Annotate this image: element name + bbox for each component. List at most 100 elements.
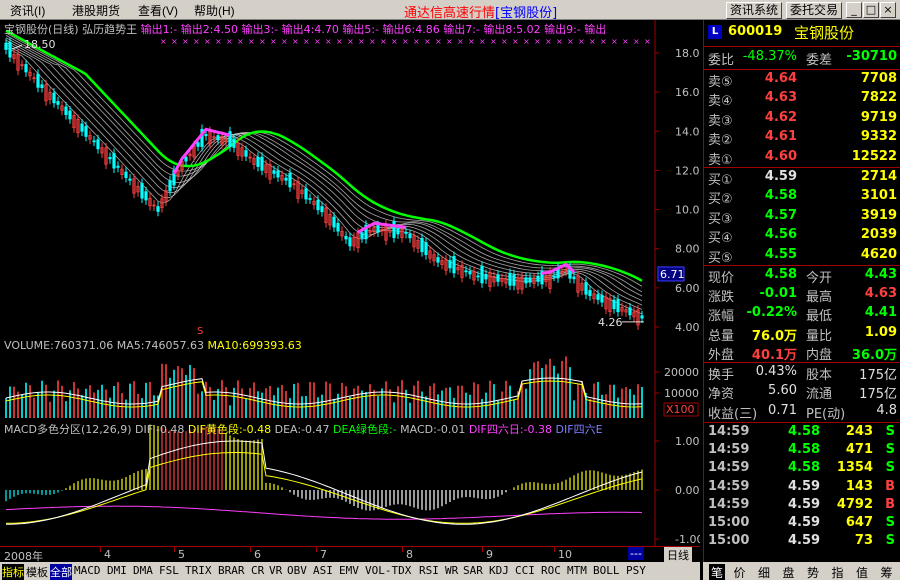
indicator-tab-wr[interactable]: WR [445,564,458,577]
candle-body [376,225,380,233]
quote-tab-4[interactable]: 势 [807,564,819,580]
indicator-mark: × [281,37,288,46]
order-trade-button[interactable]: 委托交易 [786,2,843,19]
quote-tab-7[interactable]: 筹 [881,564,893,580]
quote-tab-0[interactable]: 笔 [709,564,726,580]
quote-tab-1[interactable]: 价 [734,564,746,580]
period-button[interactable]: 日线 [664,547,692,562]
candle-body [260,156,264,171]
indicator-tab-kdj[interactable]: KDJ [489,564,509,577]
indicator-mark: × [556,37,563,46]
y-tick-label: 8.00 [675,243,700,256]
price-chart[interactable]: 18.00 16.00 14.00 12.00 10.00 8.00 6.00 4.00 18.… [0,20,700,338]
indicator-mark: × [589,37,596,46]
candle-body [36,73,40,88]
price-chart-canvas[interactable]: 18.00 16.00 14.00 12.00 10.00 8.00 6.00 4.00 18.… [0,20,700,338]
candle-body [4,42,8,50]
indicator-tab-emv[interactable]: EMV [339,564,359,577]
close-button[interactable]: × [880,2,896,18]
volume-chart[interactable]: 20000 10000 X100 VOLUME:760371.06 MA5:7460… [0,338,700,420]
indicator-mark: × [193,37,200,46]
indicator-tab-dma[interactable]: DMA [133,564,153,577]
indicator-mark: × [402,37,409,46]
candle-body [40,84,44,89]
indicator-tab-指标[interactable]: 指标 [2,564,24,580]
indicator-tab-dmi[interactable]: DMI [107,564,127,577]
candle-body [640,315,644,319]
candle-body [424,242,428,256]
indicator-mark: × [578,37,585,46]
y-tick-label: 16.00 [675,86,700,99]
indicator-tab-vr[interactable]: VR [269,564,282,577]
indicator-name: 弘历趋势王 [82,23,138,36]
indicator-tab-macd[interactable]: MACD [74,564,101,577]
menu-item-0[interactable]: 资讯(I) [10,2,45,19]
candle-body [588,290,592,297]
indicator-tab-roc[interactable]: ROC [541,564,561,577]
indicator-mark: × [160,37,167,46]
indicator-mark: × [479,37,486,46]
indicator-tab-boll[interactable]: BOLL [593,564,620,577]
macd-chart[interactable]: 1.00 0.00 -1.00 MACD多色分区(12,26,9) DIF:-0.4… [0,420,700,546]
stat-row-1: 涨跌 -0.01 最高 4.63 [708,286,897,306]
sell-volume: 9719 [860,109,897,125]
macd-dea-green: DEA绿色段:- [333,423,397,436]
indicator-mark: × [424,37,431,46]
indicator-tab-obv[interactable]: OBV [287,564,307,577]
indicator-mark: × [413,37,420,46]
menu-item-2[interactable]: 查看(V) [138,2,178,19]
indicator-tab-cci[interactable]: CCI [515,564,535,577]
candle-body [232,138,236,148]
indicator-mark: × [622,37,629,46]
indicator-mark: × [457,37,464,46]
indicator-tab-trix[interactable]: TRIX [185,564,212,577]
candle-body [344,235,348,240]
indicator-tab-模板[interactable]: 模板 [26,564,48,580]
menu-item-1[interactable]: 港股期货 [72,2,120,19]
macd-value: MACD:-0.01 [400,423,466,436]
indicator-tab-psy[interactable]: PSY [626,564,646,577]
quote-tab-3[interactable]: 盘 [783,564,795,580]
candle-body [480,266,484,284]
indicator-mark: × [600,37,607,46]
macd-dif: DIF:-0.48 [135,423,185,436]
sell-volume: 12522 [851,148,897,164]
info-system-button[interactable]: 资讯系统 [726,2,783,19]
stat-row-0: 现价 4.58 今开 4.43 [708,267,897,286]
month-label: 6 [254,548,261,561]
quote-tab-2[interactable]: 细 [758,564,770,580]
candle-body [512,274,516,286]
macd-chart-canvas[interactable]: 1.00 0.00 -1.00 [0,420,700,546]
macd-dif46: DIF四六日:-0.38 [468,423,553,436]
month-tick [554,547,555,552]
indicator-tab-vol-tdx[interactable]: VOL-TDX [365,564,411,577]
date-range-indicator[interactable]: --- [628,547,644,560]
indicator-tab-fsl[interactable]: FSL [159,564,179,577]
indicator-output-9: 输出9:- [544,23,585,36]
candle-body [536,276,540,282]
candle-body [320,206,324,213]
indicator-mark: × [336,37,343,46]
candle-body [392,221,396,238]
buy-volume: 2039 [860,227,897,243]
indicator-tab-brar[interactable]: BRAR [218,564,245,577]
indicator-tab-cr[interactable]: CR [251,564,264,577]
indicator-tab-全部[interactable]: 全部 [50,564,72,580]
indicator-mark: × [358,37,365,46]
y-tick-label: -1.00 [675,533,700,546]
signal-mark: S [197,326,203,337]
menu-item-3[interactable]: 帮助(H) [194,2,235,19]
quote-tab-6[interactable]: 值 [856,564,868,580]
indicator-tab-sar[interactable]: SAR [463,564,483,577]
candle-body [628,307,632,316]
date-axis: 2008年 4 5 6 7 8 9 10 --- 日线 [0,546,700,563]
indicator-output-10: 输出 [584,23,607,36]
indicator-tab-asi[interactable]: ASI [313,564,333,577]
minimize-button[interactable]: _ [846,2,862,18]
quote-tab-5[interactable]: 指 [832,564,844,580]
volume-value: VOLUME:760371.06 [4,339,114,352]
volume-ma5: MA5:746057.63 [116,339,204,352]
indicator-tab-rsi[interactable]: RSI [419,564,439,577]
maximize-button[interactable]: □ [863,2,879,18]
indicator-tab-mtm[interactable]: MTM [567,564,587,577]
